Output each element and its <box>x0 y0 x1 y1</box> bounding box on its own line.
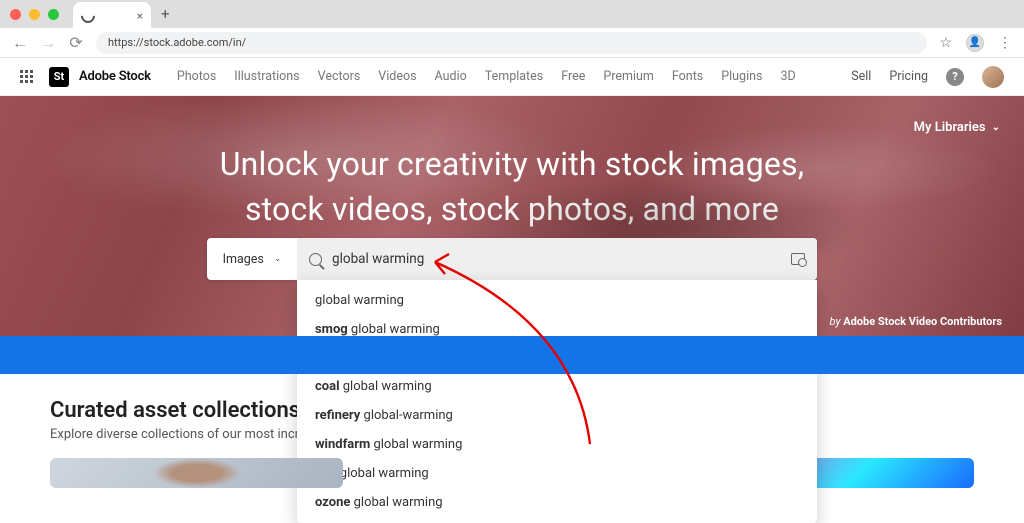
address-bar: ← → ⟳ https://stock.adobe.com/in/ ☆ 👤 ⋮ <box>0 28 1024 58</box>
brand-name[interactable]: Adobe Stock <box>79 69 151 84</box>
minimize-window-icon[interactable] <box>29 9 40 20</box>
suggestion-item[interactable]: co2 global warming <box>297 459 817 488</box>
search-container: Images ⌄ global warming global warmingsm… <box>207 238 817 280</box>
image-search-icon[interactable] <box>791 253 805 265</box>
search-bar: Images ⌄ global warming <box>207 238 817 280</box>
close-tab-icon[interactable]: × <box>137 9 143 23</box>
suggestion-item[interactable]: global warming <box>297 286 817 315</box>
suggestion-item[interactable]: refinery global-warming <box>297 401 817 430</box>
search-query-text: global warming <box>332 251 424 267</box>
my-libraries-link[interactable]: My Libraries ⌄ <box>914 120 1000 135</box>
pricing-link[interactable]: Pricing <box>889 69 928 84</box>
help-icon[interactable]: ? <box>946 68 964 86</box>
search-icon <box>309 253 322 266</box>
search-suggestions: global warmingsmog global warmingiceberg… <box>297 280 817 523</box>
nav-link-photos[interactable]: Photos <box>177 69 216 84</box>
nav-link-free[interactable]: Free <box>561 69 585 84</box>
bookmark-icon[interactable]: ☆ <box>939 35 952 51</box>
search-category-dropdown[interactable]: Images ⌄ <box>207 238 297 280</box>
promo-strip <box>0 336 1024 374</box>
maximize-window-icon[interactable] <box>48 9 59 20</box>
back-button[interactable]: ← <box>12 33 28 53</box>
suggestion-item[interactable]: ozone global warming <box>297 488 817 517</box>
sell-link[interactable]: Sell <box>851 69 871 84</box>
window-controls <box>10 9 59 20</box>
search-category-label: Images <box>223 252 264 267</box>
favicon-icon <box>78 6 98 26</box>
reload-button[interactable]: ⟳ <box>68 33 84 52</box>
hero-title: Unlock your creativity with stock images… <box>0 96 1024 232</box>
suggestion-item[interactable]: windfarm global warming <box>297 430 817 459</box>
url-input[interactable]: https://stock.adobe.com/in/ <box>96 32 927 54</box>
brand-logo[interactable]: St <box>49 67 69 87</box>
primary-nav: Photos Illustrations Vectors Videos Audio Tem… <box>177 69 796 84</box>
nav-link-premium[interactable]: Premium <box>603 69 654 84</box>
url-text: https://stock.adobe.com/in/ <box>108 36 246 49</box>
collection-card[interactable] <box>50 458 343 488</box>
nav-link-illustrations[interactable]: Illustrations <box>234 69 299 84</box>
suggestion-item[interactable]: coal global warming <box>297 372 817 401</box>
browser-tab[interactable]: × <box>73 2 151 30</box>
nav-link-3d[interactable]: 3D <box>780 69 795 84</box>
search-input[interactable]: global warming <box>297 238 817 280</box>
chevron-down-icon: ⌄ <box>992 122 1000 133</box>
nav-link-audio[interactable]: Audio <box>435 69 467 84</box>
my-libraries-label: My Libraries <box>914 120 986 135</box>
forward-button[interactable]: → <box>40 33 56 53</box>
new-tab-button[interactable]: + <box>161 5 170 23</box>
chevron-down-icon: ⌄ <box>274 254 282 264</box>
nav-link-templates[interactable]: Templates <box>485 69 543 84</box>
nav-link-fonts[interactable]: Fonts <box>672 69 703 84</box>
site-header: St Adobe Stock Photos Illustrations Vector… <box>0 58 1024 96</box>
close-window-icon[interactable] <box>10 9 21 20</box>
hero-banner: My Libraries ⌄ Unlock your creativity wi… <box>0 96 1024 336</box>
browser-tab-strip: × + <box>0 0 1024 28</box>
user-avatar[interactable] <box>982 66 1004 88</box>
hero-credit: by Adobe Stock Video Contributors <box>830 315 1002 328</box>
apps-grid-icon[interactable] <box>20 70 33 83</box>
nav-link-vectors[interactable]: Vectors <box>318 69 361 84</box>
nav-link-plugins[interactable]: Plugins <box>721 69 762 84</box>
profile-icon[interactable]: 👤 <box>966 34 984 52</box>
browser-menu-icon[interactable]: ⋮ <box>998 35 1012 51</box>
nav-link-videos[interactable]: Videos <box>378 69 416 84</box>
